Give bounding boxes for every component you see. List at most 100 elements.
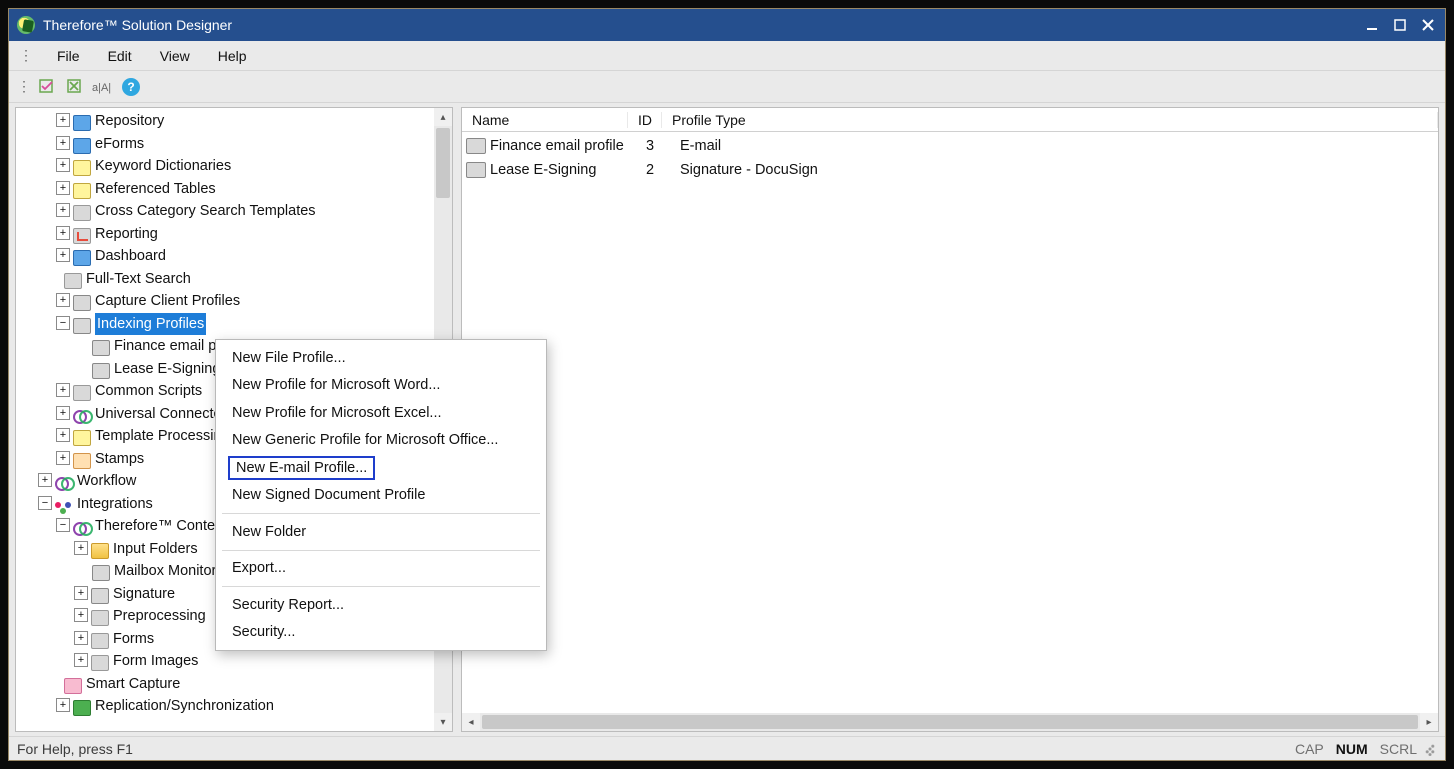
workflow-icon xyxy=(55,475,73,491)
tree-item-reporting[interactable]: +Reporting xyxy=(16,223,434,246)
list-item[interactable]: Lease E-Signing 2 Signature - DocuSign xyxy=(462,158,1438,182)
smart-capture-icon xyxy=(64,678,82,694)
column-profile-type[interactable]: Profile Type xyxy=(662,112,1438,128)
cm-new-email-profile[interactable]: New E-mail Profile... xyxy=(216,454,546,482)
integrations-icon xyxy=(55,498,73,514)
expander-icon[interactable]: + xyxy=(74,653,88,667)
scroll-up-button[interactable]: ▴ xyxy=(434,108,452,126)
eforms-icon xyxy=(73,138,91,154)
repository-icon xyxy=(73,115,91,131)
expander-icon[interactable]: + xyxy=(56,203,70,217)
expander-icon[interactable]: + xyxy=(56,158,70,172)
status-hint: For Help, press F1 xyxy=(17,741,1295,757)
statusbar: For Help, press F1 CAP NUM SCRL xyxy=(9,736,1445,760)
tree-item-full-text-search[interactable]: Full-Text Search xyxy=(16,268,434,291)
resize-grip-icon[interactable] xyxy=(1423,742,1437,756)
menu-help[interactable]: Help xyxy=(210,45,255,67)
tree-item-dashboard[interactable]: +Dashboard xyxy=(16,245,434,268)
tree-item-replication-sync[interactable]: +Replication/Synchronization xyxy=(16,695,434,718)
cm-new-profile-word[interactable]: New Profile for Microsoft Word... xyxy=(216,372,546,400)
close-button[interactable] xyxy=(1419,16,1437,34)
expander-icon[interactable]: + xyxy=(74,586,88,600)
cm-security-report[interactable]: Security Report... xyxy=(216,591,546,619)
expander-icon[interactable]: − xyxy=(38,496,52,510)
dictionary-icon xyxy=(73,160,91,176)
expander-icon[interactable]: + xyxy=(56,113,70,127)
tree-item-keyword-dictionaries[interactable]: +Keyword Dictionaries xyxy=(16,155,434,178)
expander-icon[interactable]: − xyxy=(56,518,70,532)
column-name[interactable]: Name xyxy=(462,112,628,128)
expander-icon[interactable]: − xyxy=(56,316,70,330)
expander-icon[interactable]: + xyxy=(74,541,88,555)
mailbox-icon xyxy=(92,565,110,581)
column-headers[interactable]: Name ID Profile Type xyxy=(462,108,1438,132)
scroll-track[interactable] xyxy=(480,713,1420,731)
script-icon xyxy=(73,385,91,401)
scroll-thumb[interactable] xyxy=(482,715,1418,729)
folder-icon xyxy=(91,543,109,559)
tree-item-cross-category[interactable]: +Cross Category Search Templates xyxy=(16,200,434,223)
context-menu: New File Profile... New Profile for Micr… xyxy=(215,339,547,651)
menu-separator xyxy=(222,550,540,551)
expander-icon[interactable]: + xyxy=(74,631,88,645)
expander-icon[interactable]: + xyxy=(56,406,70,420)
expander-icon[interactable]: + xyxy=(56,226,70,240)
cm-export[interactable]: Export... xyxy=(216,555,546,583)
maximize-button[interactable] xyxy=(1391,16,1409,34)
tree-item-eforms[interactable]: +eForms xyxy=(16,133,434,156)
cell-id: 3 xyxy=(646,138,680,154)
cm-security[interactable]: Security... xyxy=(216,619,546,647)
tree-item-capture-client-profiles[interactable]: +Capture Client Profiles xyxy=(16,290,434,313)
menu-separator xyxy=(222,586,540,587)
cell-name: Finance email profile xyxy=(490,138,646,154)
expander-icon[interactable]: + xyxy=(56,181,70,195)
scroll-right-button[interactable]: ▸ xyxy=(1420,713,1438,731)
tree-item-indexing-profiles[interactable]: −Indexing Profiles xyxy=(16,313,434,336)
gripper-icon: ⋮ xyxy=(17,78,31,95)
expander-icon[interactable]: + xyxy=(56,428,70,442)
toolbar: ⋮ a|A| ? xyxy=(9,71,1445,103)
search-icon xyxy=(64,273,82,289)
menu-edit[interactable]: Edit xyxy=(100,45,140,67)
content-connector-icon xyxy=(73,520,91,536)
tree-item-repository[interactable]: +Repository xyxy=(16,110,434,133)
tree-item-smart-capture[interactable]: Smart Capture xyxy=(16,673,434,696)
expander-icon[interactable]: + xyxy=(74,608,88,622)
expander-icon[interactable]: + xyxy=(56,451,70,465)
expander-icon[interactable]: + xyxy=(56,293,70,307)
cm-new-folder[interactable]: New Folder xyxy=(216,518,546,546)
help-icon: ? xyxy=(122,78,140,96)
minimize-button[interactable] xyxy=(1363,16,1381,34)
expander-icon[interactable]: + xyxy=(56,136,70,150)
chart-icon xyxy=(73,228,91,244)
scroll-thumb[interactable] xyxy=(436,128,450,198)
app-icon xyxy=(17,16,35,34)
cm-new-profile-excel[interactable]: New Profile for Microsoft Excel... xyxy=(216,399,546,427)
toolbar-button-1[interactable] xyxy=(35,75,59,99)
expander-icon[interactable]: + xyxy=(38,473,52,487)
scroll-left-button[interactable]: ◂ xyxy=(462,713,480,731)
tree-item-referenced-tables[interactable]: +Referenced Tables xyxy=(16,178,434,201)
cell-type: Signature - DocuSign xyxy=(680,162,1438,178)
search-template-icon xyxy=(73,205,91,221)
toolbar-help-button[interactable]: ? xyxy=(119,75,143,99)
expander-icon[interactable]: + xyxy=(56,383,70,397)
cell-id: 2 xyxy=(646,162,680,178)
cm-new-signed-document[interactable]: New Signed Document Profile xyxy=(216,482,546,510)
status-num: NUM xyxy=(1336,741,1368,757)
toolbar-button-2[interactable] xyxy=(63,75,87,99)
menu-view[interactable]: View xyxy=(152,45,198,67)
cm-new-file-profile[interactable]: New File Profile... xyxy=(216,344,546,372)
sync-icon xyxy=(73,700,91,716)
detail-horizontal-scrollbar[interactable]: ◂ ▸ xyxy=(462,713,1438,731)
cm-new-generic-office[interactable]: New Generic Profile for Microsoft Office… xyxy=(216,427,546,455)
expander-icon[interactable]: + xyxy=(56,248,70,262)
expander-icon[interactable]: + xyxy=(56,698,70,712)
list-item[interactable]: Finance email profile 3 E-mail xyxy=(462,134,1438,158)
column-id[interactable]: ID xyxy=(628,112,662,128)
status-scrl: SCRL xyxy=(1380,741,1417,757)
scroll-down-button[interactable]: ▾ xyxy=(434,713,452,731)
toolbar-button-3[interactable]: a|A| xyxy=(91,75,115,99)
menu-file[interactable]: File xyxy=(49,45,88,67)
tree-item-form-images[interactable]: +Form Images xyxy=(16,650,434,673)
